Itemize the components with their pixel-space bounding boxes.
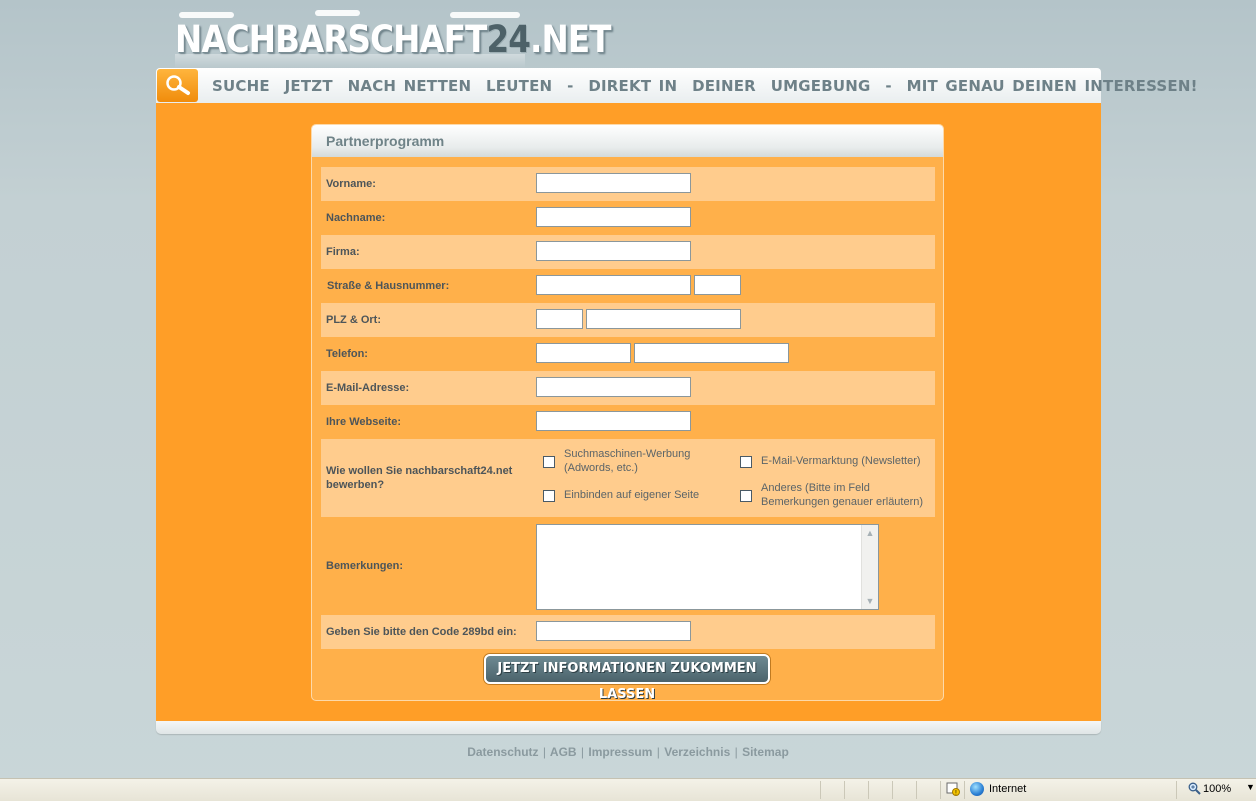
logo-snow-decoration bbox=[315, 10, 360, 16]
checkbox-einbinden[interactable] bbox=[543, 490, 555, 502]
status-cell bbox=[868, 781, 893, 799]
form-row-webseite: Ihre Webseite: bbox=[321, 405, 935, 439]
footer-links: Datenschutz | AGB | Impressum | Verzeich… bbox=[0, 745, 1256, 759]
status-cell bbox=[820, 781, 845, 799]
status-cell bbox=[916, 781, 941, 799]
status-cell bbox=[844, 781, 869, 799]
chevron-down-icon[interactable]: ▼ bbox=[1246, 782, 1255, 792]
browser-status-bar: ! Internet 100% ▼ bbox=[0, 778, 1256, 801]
banner-slogan[interactable]: SUCHE JETZT NACH NETTEN LEUTEN - DIREKT … bbox=[212, 77, 1198, 95]
status-cell bbox=[892, 781, 917, 799]
footer-link-sitemap[interactable]: Sitemap bbox=[742, 745, 789, 759]
einbinden-option-label: Einbinden auf eigener Seite bbox=[564, 489, 700, 501]
form-row-vorname: Vorname: bbox=[321, 167, 935, 201]
bemerkungen-textarea[interactable]: ▲ ▼ bbox=[536, 524, 879, 610]
anderes-option-label: Anderes (Bitte im Feld Bemerkungen genau… bbox=[761, 482, 924, 508]
form-row-nachname: Nachname: bbox=[321, 201, 935, 235]
scroll-up-icon[interactable]: ▲ bbox=[863, 526, 877, 540]
form-row-firma: Firma: bbox=[321, 235, 935, 269]
security-zone-label[interactable]: Internet bbox=[989, 783, 1026, 795]
strasse-label: Straße & Hausnummer: bbox=[327, 280, 450, 292]
panel-header: Partnerprogramm bbox=[312, 125, 943, 157]
partner-form-panel: Partnerprogramm Vorname: Nachname: Firma… bbox=[311, 124, 944, 701]
search-button[interactable] bbox=[157, 69, 198, 102]
form-row-telefon: Telefon: bbox=[321, 337, 935, 371]
footer-link-impressum[interactable]: Impressum bbox=[588, 745, 652, 759]
checkbox-anderes[interactable] bbox=[740, 490, 752, 502]
firma-label: Firma: bbox=[326, 246, 360, 258]
logo-text-domain: .NET bbox=[530, 18, 611, 61]
zoom-icon[interactable] bbox=[1188, 782, 1201, 795]
footer-link-verzeichnis[interactable]: Verzeichnis bbox=[664, 745, 730, 759]
search-banner: SUCHE JETZT NACH NETTEN LEUTEN - DIREKT … bbox=[156, 68, 1197, 103]
suchmaschinen-option-label: Suchmaschinen-Werbung (Adwords, etc.) bbox=[564, 448, 691, 474]
plz-input[interactable] bbox=[536, 309, 583, 329]
vorname-label: Vorname: bbox=[326, 178, 376, 190]
footer-separator: | bbox=[542, 745, 547, 759]
strasse-input[interactable] bbox=[536, 275, 691, 295]
textarea-scrollbar[interactable]: ▲ ▼ bbox=[861, 525, 878, 609]
bemerkungen-label: Bemerkungen: bbox=[326, 560, 404, 572]
scroll-down-icon[interactable]: ▼ bbox=[863, 594, 877, 608]
footer-separator: | bbox=[734, 745, 738, 759]
footer-bar bbox=[156, 721, 1101, 734]
footer-separator: | bbox=[580, 745, 585, 759]
nachname-label: Nachname: bbox=[326, 212, 386, 224]
footer-separator: | bbox=[656, 745, 660, 759]
webseite-label: Ihre Webseite: bbox=[326, 416, 401, 428]
ort-input[interactable] bbox=[586, 309, 741, 329]
form-row-code: Geben Sie bitte den Code 289bd ein: bbox=[321, 615, 935, 649]
email-input[interactable] bbox=[536, 377, 691, 397]
vorname-input[interactable] bbox=[536, 173, 691, 193]
telefon-vorwahl-input[interactable] bbox=[536, 343, 631, 363]
firma-input[interactable] bbox=[536, 241, 691, 261]
webseite-input[interactable] bbox=[536, 411, 691, 431]
telefon-nummer-input[interactable] bbox=[634, 343, 789, 363]
search-icon bbox=[166, 75, 190, 95]
zoom-level[interactable]: 100% bbox=[1203, 783, 1231, 795]
checkbox-suchmaschinen[interactable] bbox=[543, 456, 555, 468]
checkbox-email-vermarktung[interactable] bbox=[740, 456, 752, 468]
protected-mode-icon[interactable]: ! bbox=[946, 782, 960, 796]
form-row-email: E-Mail-Adresse: bbox=[321, 371, 935, 405]
telefon-label: Telefon: bbox=[326, 348, 368, 360]
form-row-plz: PLZ & Ort: bbox=[321, 303, 935, 337]
panel-title: Partnerprogramm bbox=[326, 133, 445, 149]
hausnummer-input[interactable] bbox=[694, 275, 741, 295]
code-label: Geben Sie bitte den Code 289bd ein: bbox=[326, 626, 517, 638]
footer-link-datenschutz[interactable]: Datenschutz bbox=[467, 745, 538, 759]
bewerben-label: Wie wollen Sie nachbarschaft24.net bewer… bbox=[326, 465, 513, 491]
code-input[interactable] bbox=[536, 621, 691, 641]
submit-button[interactable]: JETZT INFORMATIONEN ZUKOMMEN LASSEN bbox=[484, 654, 770, 702]
email-vermarktung-option-label: E-Mail-Vermarktung (Newsletter) bbox=[761, 455, 921, 467]
form-row-strasse: Straße & Hausnummer: bbox=[321, 269, 935, 303]
footer-link-agb[interactable]: AGB bbox=[550, 745, 577, 759]
form-row-bewerben: Wie wollen Sie nachbarschaft24.net bewer… bbox=[321, 439, 935, 517]
form-row-bemerkungen: Bemerkungen: ▲ ▼ bbox=[321, 517, 935, 615]
email-label: E-Mail-Adresse: bbox=[326, 382, 410, 394]
nachname-input[interactable] bbox=[536, 207, 691, 227]
globe-icon bbox=[970, 782, 984, 796]
site-logo[interactable]: NACHBARSCHAFT24.NET bbox=[175, 4, 611, 68]
plz-label: PLZ & Ort: bbox=[326, 314, 381, 326]
logo-reflection bbox=[175, 54, 525, 68]
